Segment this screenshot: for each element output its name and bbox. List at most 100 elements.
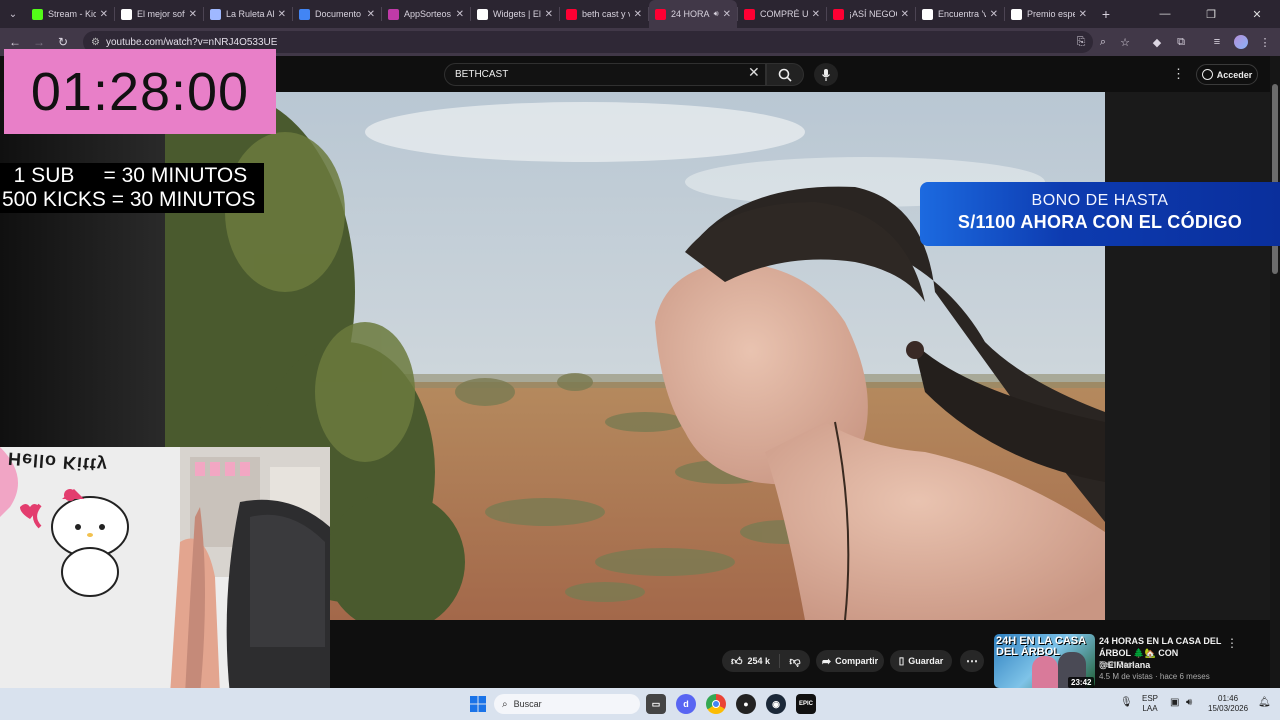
tab-title: AppSorteos	[404, 9, 452, 19]
kick-icon	[32, 8, 43, 20]
voice-search-button[interactable]	[814, 63, 838, 86]
close-tab-icon[interactable]: ✕	[367, 9, 375, 20]
tiktok-icon	[1011, 8, 1022, 20]
promo-banner: BONO DE HASTA S/1100 AHORA CON EL CÓDIGO	[920, 182, 1280, 246]
tab-strip: ⌄ Stream - Kick✕El mejor softw✕La Ruleta…	[0, 0, 1280, 28]
browser-tab[interactable]: ¡ASÍ NEGOC ✕	[827, 0, 915, 28]
browser-tab[interactable]: AppSorteos ✕	[382, 0, 470, 28]
bookmark-icon: ▯	[898, 655, 905, 667]
task-view-icon[interactable]: ▭	[646, 694, 666, 714]
taskbar-search[interactable]: ⌕ Buscar	[494, 694, 640, 714]
extension-diamond-icon[interactable]: ◆	[1146, 28, 1168, 56]
tab-title: beth cast y v	[582, 9, 630, 19]
profile-avatar[interactable]	[1230, 28, 1252, 56]
close-tab-icon[interactable]: ✕	[901, 9, 909, 20]
browser-tab[interactable]: 24 HORA 🔊︎ ✕	[649, 0, 737, 28]
close-tab-icon[interactable]: ✕	[723, 9, 731, 20]
site-info-icon[interactable]: ⚙	[91, 37, 100, 48]
globe-icon	[210, 8, 221, 20]
taskbar-search-icon: ⌕	[502, 698, 508, 710]
save-label: Guardar	[908, 656, 944, 666]
more-actions-button[interactable]: ⋯	[960, 650, 984, 672]
network-icon[interactable]: ▣	[1170, 698, 1179, 708]
promo-line-1: BONO DE HASTA	[1031, 192, 1169, 209]
back-icon[interactable]: ←	[3, 35, 27, 49]
tab-title: La Ruleta Alea	[226, 9, 274, 19]
install-app-icon[interactable]: ⎘	[1070, 28, 1092, 56]
clock[interactable]: 01:46 15/03/2026	[1208, 694, 1248, 714]
language-indicator[interactable]: ESP LAA	[1142, 694, 1158, 714]
close-window-icon[interactable]: ✕	[1234, 0, 1280, 28]
share-button[interactable]: ➦ Compartir	[816, 650, 884, 672]
share-arrow-icon: ➦	[821, 655, 832, 668]
new-tab-button[interactable]: +	[1093, 6, 1119, 22]
browser-tab[interactable]: El mejor softw ✕	[115, 0, 203, 28]
search-button[interactable]	[766, 63, 804, 86]
recommended-video-menu-icon[interactable]: ⋮	[1226, 636, 1238, 650]
youtube-icon	[655, 8, 666, 20]
browser-tab[interactable]: Encuentra 'v ✕	[916, 0, 1004, 28]
like-button[interactable]: 👍︎ 254 k	[722, 654, 780, 668]
like-dislike-group: 👍︎ 254 k 👎︎	[722, 650, 810, 672]
volume-icon[interactable]: 🔊︎	[1186, 698, 1192, 708]
steam-icon[interactable]: ◉	[766, 694, 786, 714]
dislike-button[interactable]: 👎︎	[780, 655, 810, 668]
close-tab-icon[interactable]: ✕	[545, 9, 553, 20]
browser-tab[interactable]: Premio espe ✕	[1005, 0, 1093, 28]
epic-games-icon[interactable]: EPIC	[796, 694, 816, 714]
save-button[interactable]: ▯ Guardar	[890, 650, 952, 672]
windows-taskbar	[0, 688, 1280, 720]
browser-tab[interactable]: Documento ✕	[293, 0, 381, 28]
tab-title: COMPRÉ UN	[760, 9, 808, 19]
tab-audio-icon[interactable]: 🔊︎	[714, 9, 719, 19]
browser-tab[interactable]: Widgets | El ✕	[471, 0, 559, 28]
url-text: youtube.com/watch?v=nNRJ4O533UE	[105, 36, 278, 48]
microphone-tray-icon[interactable]: 🎙︎	[1120, 698, 1133, 708]
rule-kicks-line: 500 KICKS = 30 MINUTOS	[2, 188, 256, 211]
keyboard-layout: LAA	[1142, 704, 1158, 713]
browser-tab[interactable]: La Ruleta Alea ✕	[204, 0, 292, 28]
forward-icon[interactable]: →	[27, 35, 51, 49]
tab-title: Premio espe	[1027, 9, 1075, 19]
maximize-icon[interactable]: ❐	[1188, 0, 1234, 28]
tab-search-chevron-icon[interactable]: ⌄	[0, 0, 26, 28]
account-icon	[1201, 69, 1213, 80]
close-tab-icon[interactable]: ✕	[634, 9, 642, 20]
like-count: 254 k	[747, 656, 771, 666]
reload-icon[interactable]: ↻	[51, 35, 75, 49]
browser-menu-icon[interactable]: ⋮	[1254, 28, 1276, 56]
extensions-puzzle-icon[interactable]: ⧉	[1170, 28, 1192, 56]
language-code: ESP	[1142, 694, 1159, 703]
zoom-icon[interactable]: ⌕	[1092, 28, 1114, 56]
close-tab-icon[interactable]: ✕	[990, 9, 998, 20]
notifications-icon[interactable]: 🔔︎	[1258, 698, 1271, 708]
subathon-rules-panel: 1 SUB = 30 MINUTOS 500 KICKS = 30 MINUTO…	[0, 163, 264, 213]
bookmark-star-icon[interactable]: ☆	[1114, 28, 1136, 56]
browser-tab[interactable]: beth cast y v ✕	[560, 0, 648, 28]
browser-tab[interactable]: COMPRÉ UN ✕	[738, 0, 826, 28]
browser-tab[interactable]: Stream - Kick ✕	[26, 0, 114, 28]
recommended-video-meta: 4.5 M de vistas · hace 6 meses	[1099, 672, 1210, 681]
clock-date: 15/03/2026	[1208, 704, 1249, 713]
chrome-icon[interactable]	[706, 694, 726, 714]
windows-start-icon[interactable]	[468, 694, 488, 714]
discord-icon[interactable]: d	[676, 694, 696, 714]
close-tab-icon[interactable]: ✕	[1079, 9, 1087, 20]
close-tab-icon[interactable]: ✕	[100, 9, 108, 20]
close-tab-icon[interactable]: ✕	[456, 9, 464, 20]
close-tab-icon[interactable]: ✕	[278, 9, 286, 20]
youtube-icon	[566, 8, 577, 20]
clear-search-icon[interactable]: ✕	[748, 64, 760, 81]
search-input[interactable]: BETHCAST	[444, 63, 766, 86]
recommended-channel-name[interactable]: Beth Cast	[1099, 660, 1134, 669]
obs-icon[interactable]: ●	[736, 694, 756, 714]
close-tab-icon[interactable]: ✕	[812, 9, 820, 20]
close-tab-icon[interactable]: ✕	[189, 9, 197, 20]
settings-menu-icon[interactable]: ⋮	[1172, 66, 1185, 82]
signin-button[interactable]: Acceder	[1196, 64, 1258, 85]
diamond-icon	[121, 8, 132, 20]
share-label: Compartir	[835, 656, 879, 666]
reading-list-icon[interactable]: ≡	[1206, 28, 1228, 56]
minimize-icon[interactable]: —	[1142, 0, 1188, 28]
page-right-background	[1105, 92, 1270, 632]
